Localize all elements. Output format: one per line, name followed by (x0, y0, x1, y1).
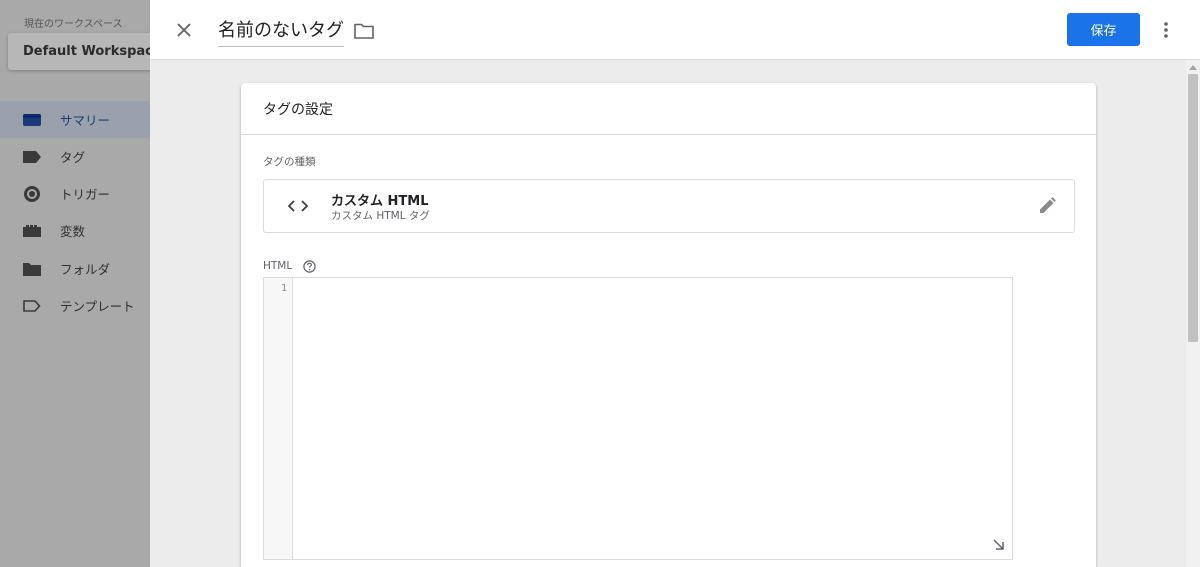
close-icon (177, 23, 191, 37)
tag-name-field[interactable]: 名前のないタグ (218, 16, 344, 47)
tag-type-label: タグの種類 (263, 156, 316, 168)
scroll-up-icon[interactable] (1188, 63, 1198, 71)
sidebar-item-summary[interactable]: サマリー (0, 101, 150, 138)
sidebar-item-label: サマリー (60, 113, 111, 128)
workspace-selector[interactable]: Default Workspace (8, 33, 162, 70)
tag-type-selector[interactable]: カスタム HTML カスタム HTML タグ (263, 179, 1075, 233)
summary-icon (23, 113, 41, 127)
sidebar-item-triggers[interactable]: トリガー (0, 175, 150, 212)
help-icon[interactable] (302, 259, 316, 273)
html-code-editor[interactable]: 1 (263, 277, 1013, 560)
sidebar-item-variables[interactable]: 変数 (0, 212, 150, 249)
sidebar-item-label: トリガー (60, 187, 111, 202)
workspace-caption: 現在のワークスペース (24, 19, 123, 30)
template-icon (23, 299, 41, 313)
more-vert-icon (1164, 22, 1168, 38)
workspace-name: Default Workspace (23, 44, 162, 59)
folder-outline-icon (354, 23, 374, 39)
folder-icon (23, 262, 41, 276)
tag-configuration-card: タグの設定 タグの種類 カスタム HTML カスタム HTML タグ HTML … (241, 83, 1096, 567)
save-button[interactable]: 保存 (1067, 13, 1140, 46)
trigger-icon (23, 185, 41, 202)
sidebar-item-folders[interactable]: フォルダ (0, 250, 150, 287)
tag-type-name: カスタム HTML (331, 194, 429, 209)
resize-handle-icon[interactable] (992, 538, 1006, 552)
sidebar: 現在のワークスペース Default Workspace サマリー タグ トリガ… (0, 0, 162, 567)
line-number-gutter: 1 (264, 278, 293, 559)
variable-icon (23, 224, 41, 238)
sidebar-item-label: タグ (60, 150, 86, 165)
close-button[interactable] (172, 18, 196, 42)
scrollbar-thumb[interactable] (1188, 74, 1198, 342)
sidebar-item-templates[interactable]: テンプレート (0, 287, 150, 324)
sidebar-item-label: テンプレート (60, 299, 135, 314)
sidebar-item-tags[interactable]: タグ (0, 138, 150, 175)
tag-editor-header: 名前のないタグ 保存 (150, 0, 1200, 60)
sidebar-item-label: フォルダ (60, 262, 111, 277)
code-input-area[interactable] (294, 278, 1012, 559)
tag-type-subtitle: カスタム HTML タグ (331, 210, 430, 222)
code-icon (286, 195, 310, 217)
line-number: 1 (280, 283, 287, 294)
sidebar-item-label: 変数 (60, 224, 86, 239)
edit-icon[interactable] (1036, 195, 1058, 217)
folder-button[interactable] (352, 20, 376, 42)
card-title: タグの設定 (263, 102, 333, 118)
html-field-label: HTML (263, 260, 293, 272)
divider (241, 134, 1096, 135)
tag-icon (23, 150, 41, 164)
more-options-button[interactable] (1154, 16, 1178, 44)
